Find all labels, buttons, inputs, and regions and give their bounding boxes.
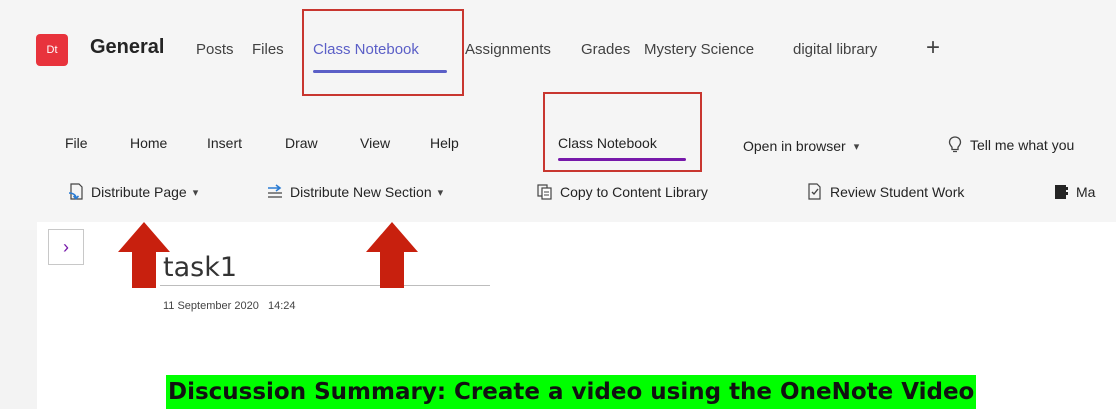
ribbon-tab-view[interactable]: View <box>360 135 390 151</box>
tab-grades[interactable]: Grades <box>581 41 630 58</box>
ribbon-tab-home[interactable]: Home <box>130 135 167 151</box>
channel-name: General <box>90 36 165 58</box>
tell-me-search[interactable]: Tell me what you <box>948 136 1074 154</box>
open-in-browser-button[interactable]: Open in browser ▾ <box>743 138 859 154</box>
tell-me-label: Tell me what you <box>970 137 1075 153</box>
tab-assignments[interactable]: Assignments <box>465 41 551 58</box>
ribbon-tab-file[interactable]: File <box>65 135 88 151</box>
distribute-page-button[interactable]: Distribute Page ▾ <box>67 183 198 201</box>
tab-posts[interactable]: Posts <box>196 41 234 58</box>
distribute-new-section-label: Distribute New Section <box>290 184 432 200</box>
chevron-down-icon: ▾ <box>853 140 860 153</box>
page-time-value: 14:24 <box>267 300 296 312</box>
review-student-work-button[interactable]: Review Student Work <box>806 183 964 201</box>
copy-icon <box>537 184 552 200</box>
chevron-down-icon: ▾ <box>437 186 444 199</box>
highlight-box-tab <box>302 9 464 96</box>
manage-notebooks-label: Ma <box>1076 184 1096 200</box>
tab-mystery-science[interactable]: Mystery Science <box>644 41 754 58</box>
page-date: 11 September 2020 14:24 <box>163 300 296 312</box>
teams-channel-header <box>0 0 1116 100</box>
title-divider <box>160 285 490 286</box>
team-avatar[interactable]: Dt <box>36 34 68 66</box>
page-date-value: 11 September 2020 <box>163 300 259 312</box>
copy-to-content-library-label: Copy to Content Library <box>560 184 708 200</box>
open-in-browser-label: Open in browser <box>743 138 846 154</box>
highlight-box-ribbon <box>543 92 702 172</box>
expand-navigation-button[interactable]: › <box>48 229 84 265</box>
red-arrow-annotation <box>366 222 418 288</box>
review-student-work-label: Review Student Work <box>830 184 965 200</box>
ribbon-tab-insert[interactable]: Insert <box>207 135 242 151</box>
add-tab-button[interactable]: + <box>926 34 940 62</box>
chevron-right-icon: › <box>63 236 69 257</box>
review-icon <box>808 183 821 200</box>
page-title[interactable]: task1 <box>163 252 237 283</box>
lightbulb-icon <box>948 136 962 153</box>
tab-digital-library[interactable]: digital library <box>793 41 877 58</box>
distribute-new-section-button[interactable]: Distribute New Section ▾ <box>266 183 443 201</box>
red-arrow-annotation <box>118 222 170 288</box>
distribute-section-icon <box>268 184 282 198</box>
tab-files[interactable]: Files <box>252 41 284 58</box>
distribute-page-label: Distribute Page <box>91 184 187 200</box>
discussion-summary-text[interactable]: Discussion Summary: Create a video using… <box>166 375 977 409</box>
copy-to-content-library-button[interactable]: Copy to Content Library <box>536 183 708 201</box>
manage-notebooks-button[interactable]: Ma <box>1052 183 1095 201</box>
notebook-icon <box>1055 185 1068 199</box>
ribbon-tab-draw[interactable]: Draw <box>285 135 318 151</box>
chevron-down-icon: ▾ <box>192 186 199 199</box>
ribbon-tab-help[interactable]: Help <box>430 135 459 151</box>
distribute-page-icon <box>68 183 83 200</box>
